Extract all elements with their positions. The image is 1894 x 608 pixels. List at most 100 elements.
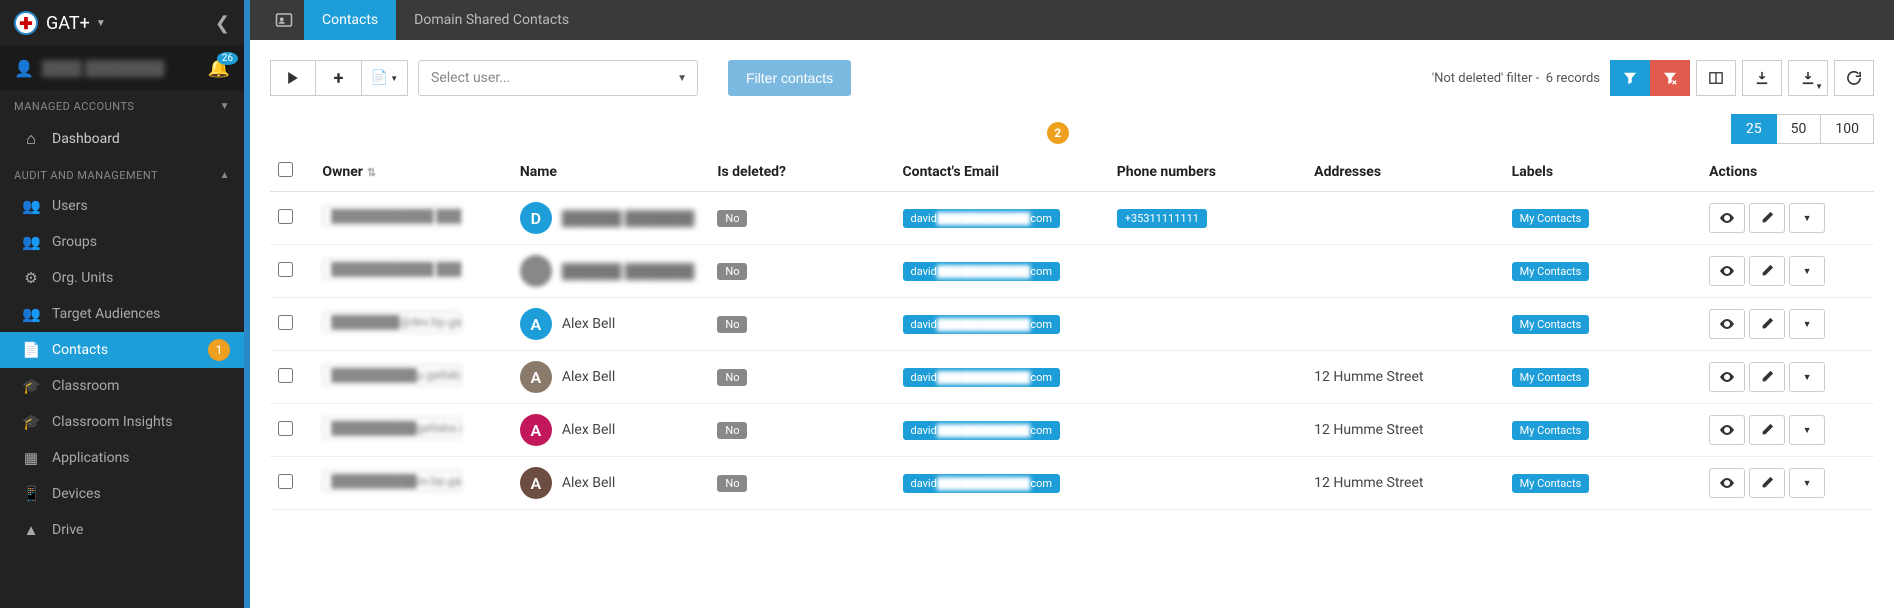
- address-cell: 12 Humme Street: [1306, 457, 1503, 510]
- edit-button[interactable]: [1749, 468, 1785, 498]
- section-audit-management[interactable]: AUDIT AND MANAGEMENT▲: [0, 159, 244, 188]
- select-all-checkbox[interactable]: [278, 162, 293, 177]
- view-button[interactable]: [1709, 309, 1745, 339]
- sidebar-item-org-units[interactable]: ⚙Org. Units: [0, 260, 244, 296]
- run-button[interactable]: [270, 60, 316, 96]
- more-actions-button[interactable]: ▼: [1789, 415, 1825, 445]
- clear-filter-button[interactable]: [1650, 60, 1690, 96]
- more-actions-button[interactable]: ▼: [1789, 256, 1825, 286]
- sidebar-item-devices[interactable]: 📱Devices: [0, 476, 244, 512]
- more-actions-button[interactable]: ▼: [1789, 309, 1825, 339]
- row-actions: ▼: [1709, 256, 1866, 286]
- label-pill[interactable]: My Contacts: [1512, 474, 1590, 493]
- sidebar-item-label: Drive: [52, 522, 83, 538]
- sidebar-item-target-audiences[interactable]: 👥Target Audiences: [0, 296, 244, 332]
- notifications-icon[interactable]: 🔔 26: [208, 58, 230, 79]
- sidebar-item-drive[interactable]: ▲Drive: [0, 512, 244, 548]
- col-labels[interactable]: Labels: [1504, 152, 1701, 192]
- page-size-50[interactable]: 50: [1777, 114, 1822, 144]
- edit-button[interactable]: [1749, 415, 1785, 445]
- eye-icon: [1719, 266, 1735, 276]
- label-pill[interactable]: My Contacts: [1512, 262, 1590, 281]
- name-cell: AAlex Bell: [520, 361, 701, 393]
- edit-button[interactable]: [1749, 362, 1785, 392]
- col-phone[interactable]: Phone numbers: [1109, 152, 1306, 192]
- col-email[interactable]: Contact's Email2: [895, 152, 1109, 192]
- edit-button[interactable]: [1749, 203, 1785, 233]
- sidebar-item-label: Groups: [52, 234, 97, 250]
- view-button[interactable]: [1709, 362, 1745, 392]
- view-button[interactable]: [1709, 415, 1745, 445]
- email-pill[interactable]: david████████████com: [903, 209, 1061, 228]
- email-pill[interactable]: david████████████com: [903, 368, 1061, 387]
- download-dropdown-button[interactable]: ▼: [1788, 60, 1828, 96]
- edit-button[interactable]: [1749, 309, 1785, 339]
- tab-icon-address-card[interactable]: [264, 0, 304, 40]
- eye-icon: [1719, 319, 1735, 329]
- view-button[interactable]: [1709, 468, 1745, 498]
- sidebar-item-applications[interactable]: ▦Applications: [0, 440, 244, 476]
- col-addresses[interactable]: Addresses: [1306, 152, 1503, 192]
- more-actions-button[interactable]: ▼: [1789, 468, 1825, 498]
- row-checkbox[interactable]: [278, 315, 293, 330]
- columns-button[interactable]: [1696, 60, 1736, 96]
- add-button[interactable]: +: [316, 60, 362, 96]
- sidebar-collapse-icon[interactable]: ❮: [215, 13, 230, 34]
- filter-contacts-button[interactable]: Filter contacts: [728, 60, 851, 96]
- label-pill[interactable]: My Contacts: [1512, 421, 1590, 440]
- document-dropdown-button[interactable]: 📄▼: [362, 60, 408, 96]
- phone-pill[interactable]: +35311111111: [1117, 209, 1207, 228]
- col-deleted[interactable]: Is deleted?: [709, 152, 894, 192]
- chevron-down-icon: ▼: [677, 73, 687, 84]
- page-size-25[interactable]: 25: [1731, 114, 1777, 144]
- user-row[interactable]: 👤 ████ ████████ 🔔 26: [0, 46, 244, 90]
- filter-button[interactable]: [1610, 60, 1650, 96]
- row-checkbox[interactable]: [278, 474, 293, 489]
- sidebar-item-label: Users: [52, 198, 88, 214]
- section-managed-accounts[interactable]: MANAGED ACCOUNTS▼: [0, 90, 244, 119]
- page-size-100[interactable]: 100: [1821, 114, 1874, 144]
- sidebar-item-classroom-insights[interactable]: 🎓Classroom Insights: [0, 404, 244, 440]
- refresh-button[interactable]: [1834, 60, 1874, 96]
- row-checkbox[interactable]: [278, 262, 293, 277]
- label-pill[interactable]: My Contacts: [1512, 209, 1590, 228]
- view-button[interactable]: [1709, 203, 1745, 233]
- contact-name: ██████ ███████: [562, 263, 694, 280]
- select-user-dropdown[interactable]: Select user... ▼: [418, 60, 698, 96]
- sidebar-item-dashboard[interactable]: ⌂ Dashboard: [0, 119, 244, 159]
- pencil-icon: [1760, 317, 1774, 331]
- contact-name: ██████ ███████: [562, 210, 694, 227]
- row-checkbox[interactable]: [278, 421, 293, 436]
- email-pill[interactable]: david████████████com: [903, 315, 1061, 334]
- sidebar-item-contacts[interactable]: 📄Contacts1: [0, 332, 244, 368]
- caret-down-icon: ▼: [1815, 82, 1823, 91]
- col-owner[interactable]: Owner⇅: [314, 152, 511, 192]
- label-pill[interactable]: My Contacts: [1512, 368, 1590, 387]
- view-button[interactable]: [1709, 256, 1745, 286]
- more-actions-button[interactable]: ▼: [1789, 362, 1825, 392]
- email-pill[interactable]: david████████████com: [903, 474, 1061, 493]
- label-pill[interactable]: My Contacts: [1512, 315, 1590, 334]
- refresh-icon: [1847, 71, 1861, 85]
- sidebar-item-label: Classroom: [52, 378, 119, 394]
- home-icon: ⌂: [22, 129, 40, 149]
- email-pill[interactable]: david████████████com: [903, 421, 1061, 440]
- caret-down-icon: ▼: [1803, 425, 1812, 436]
- sidebar-item-users[interactable]: 👥Users: [0, 188, 244, 224]
- owner-pill: ██████████gatlabs.com: [322, 417, 462, 439]
- download-button[interactable]: [1742, 60, 1782, 96]
- page-size-selector: 25 50 100: [1731, 114, 1874, 144]
- more-actions-button[interactable]: ▼: [1789, 203, 1825, 233]
- row-checkbox[interactable]: [278, 209, 293, 224]
- brand-dropdown-icon[interactable]: ▼: [96, 18, 106, 29]
- sidebar-item-classroom[interactable]: 🎓Classroom: [0, 368, 244, 404]
- tab-contacts[interactable]: Contacts: [304, 0, 396, 40]
- email-pill[interactable]: david████████████com: [903, 262, 1061, 281]
- action-button-group: + 📄▼: [270, 60, 408, 96]
- row-checkbox[interactable]: [278, 368, 293, 383]
- tab-domain-shared-contacts[interactable]: Domain Shared Contacts: [396, 0, 587, 40]
- download-icon: [1755, 71, 1769, 85]
- col-name[interactable]: Name: [512, 152, 709, 192]
- sidebar-item-groups[interactable]: 👥Groups: [0, 224, 244, 260]
- edit-button[interactable]: [1749, 256, 1785, 286]
